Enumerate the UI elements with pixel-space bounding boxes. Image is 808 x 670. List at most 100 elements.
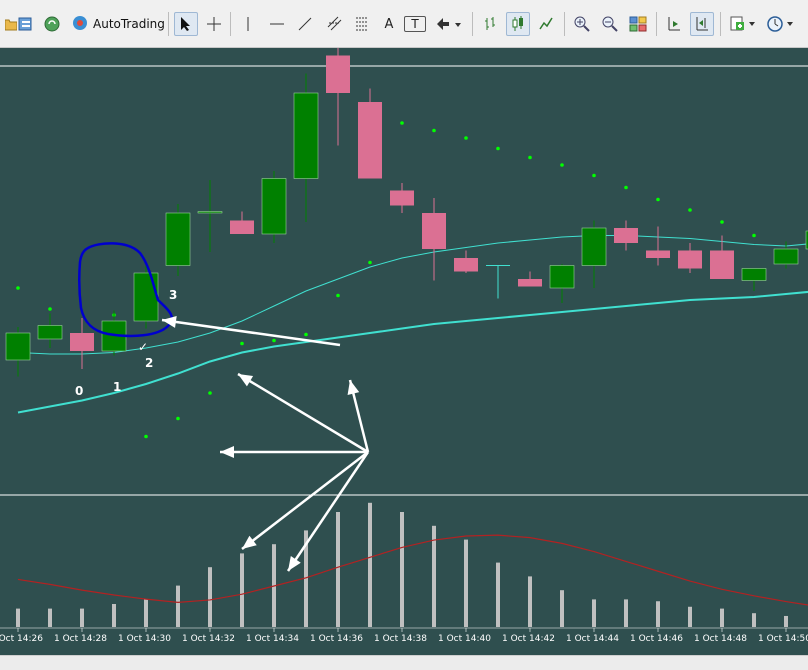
bullish-candle — [197, 211, 223, 214]
parabolic-sar-dot — [720, 220, 724, 224]
parabolic-sar-dot — [432, 128, 436, 133]
time-axis-label: 1 Oct 14:42 — [502, 634, 555, 644]
vertical-line-icon[interactable] — [236, 12, 260, 36]
volume-bar — [112, 604, 116, 627]
candle-annotation-label: 3 — [169, 288, 177, 302]
zoom-out-icon[interactable] — [598, 12, 622, 36]
bearish-candle — [326, 55, 350, 93]
text-icon[interactable]: A — [378, 12, 400, 36]
volume-bar — [528, 576, 532, 627]
bearish-candle — [614, 228, 638, 243]
parabolic-sar-dot — [496, 146, 500, 151]
volume-bar — [336, 512, 340, 627]
time-axis-label: 1 Oct 14:32 — [182, 634, 235, 644]
annotation-arrow-line — [161, 318, 341, 347]
volume-bar — [496, 562, 500, 627]
time-axis-label: 1 Oct 14:26 — [0, 634, 43, 644]
annotation-arrow-head — [238, 374, 254, 387]
bar-chart-icon[interactable] — [478, 12, 502, 36]
volume-bar — [720, 608, 724, 627]
line-chart-icon[interactable] — [534, 12, 558, 36]
toolbar-separator — [564, 12, 565, 36]
candlesticks-icon[interactable] — [506, 12, 530, 36]
text-label-icon[interactable]: T — [404, 16, 426, 32]
volume-bar — [752, 613, 756, 627]
toolbar-separator — [656, 12, 657, 36]
arrows-icon[interactable] — [432, 12, 466, 36]
bullish-candle — [37, 325, 63, 340]
time-axis-label: 1 Oct 14:44 — [566, 634, 619, 644]
parabolic-sar-dot — [624, 185, 628, 190]
parabolic-sar-dot — [688, 208, 692, 212]
price-chart[interactable]: 1 Oct 14:26 1 Oct 14:28 1 Oct 14:30 1 Oct 1… — [0, 48, 808, 655]
annotation-arrow-line — [237, 372, 369, 454]
crosshair-icon[interactable] — [202, 12, 226, 36]
parabolic-sar-dot — [176, 416, 180, 421]
fibonacci-icon[interactable] — [350, 12, 376, 36]
zoom-in-icon[interactable] — [570, 12, 594, 36]
annotation-arrow-head — [242, 535, 257, 549]
candle-annotation-label: 1 — [113, 380, 121, 394]
signals-icon[interactable] — [40, 12, 64, 36]
trendline-icon[interactable] — [292, 12, 318, 36]
annotation-arrow-head — [288, 556, 301, 571]
parabolic-sar-dot — [48, 307, 52, 311]
volume-bar — [16, 608, 20, 627]
bullish-candle — [5, 332, 31, 361]
volume-bar — [464, 539, 468, 627]
volume-bar — [560, 590, 564, 627]
bearish-candle — [422, 213, 446, 249]
volume-bar — [240, 553, 244, 627]
time-axis-label: 1 Oct 14:50 — [758, 634, 808, 644]
market-watch-icon[interactable] — [14, 12, 38, 36]
volume-bar — [208, 567, 212, 627]
parabolic-sar-dot — [208, 391, 212, 395]
toolbar: AutoTrading A T — [0, 0, 808, 48]
parabolic-sar-dot — [368, 260, 372, 265]
chart-shift-icon[interactable] — [662, 12, 686, 36]
volume-bar — [656, 601, 660, 627]
bullish-candle — [261, 178, 287, 235]
time-axis-label: 1 Oct 14:34 — [246, 634, 299, 644]
parabolic-sar-dot — [336, 293, 340, 298]
signal-line — [17, 534, 808, 606]
bearish-candle — [230, 220, 254, 234]
bearish-candle — [710, 250, 734, 279]
volume-bar — [176, 585, 180, 627]
periods-icon[interactable] — [764, 12, 798, 36]
equidistant-channel-icon[interactable] — [322, 12, 348, 36]
bearish-candle — [678, 250, 702, 269]
volume-bar — [784, 615, 788, 627]
toolbar-separator — [230, 12, 231, 36]
cursor-icon[interactable] — [174, 12, 198, 36]
time-axis-label: 1 Oct 14:30 — [118, 634, 171, 644]
horizontal-line-icon[interactable] — [264, 12, 290, 36]
volume-bar — [368, 502, 372, 627]
bearish-candle — [646, 250, 670, 258]
parabolic-sar-dot — [560, 163, 564, 167]
autotrading-button[interactable]: AutoTrading — [68, 12, 165, 36]
annotation-arrow-line — [286, 451, 370, 572]
toolbar-separator — [472, 12, 473, 36]
toolbar-separator — [720, 12, 721, 36]
time-axis-label: 1 Oct 14:46 — [630, 634, 683, 644]
chart-window[interactable]: 1 Oct 14:26 1 Oct 14:28 1 Oct 14:30 1 Oct 1… — [0, 48, 808, 655]
parabolic-sar-dot — [656, 197, 660, 202]
auto-scroll-icon[interactable] — [690, 12, 714, 36]
autotrading-label: AutoTrading — [93, 17, 165, 31]
candle-annotation-label: 0 — [75, 384, 83, 398]
parabolic-sar-dot — [16, 286, 20, 290]
parabolic-sar-dot — [400, 121, 404, 125]
volume-bar — [80, 608, 84, 627]
time-axis-label: 1 Oct 14:40 — [438, 634, 491, 644]
checkmark-annotation: ✓ — [138, 340, 148, 354]
tile-windows-icon[interactable] — [626, 12, 650, 36]
indicators-icon[interactable] — [726, 12, 760, 36]
bullish-candle — [165, 212, 191, 266]
bearish-candle — [358, 102, 382, 179]
volume-bar — [400, 512, 404, 627]
candle-annotation-label: 2 — [145, 356, 153, 370]
volume-bar — [624, 599, 628, 627]
time-axis-label: 1 Oct 14:36 — [310, 634, 363, 644]
bearish-candle — [390, 190, 414, 206]
